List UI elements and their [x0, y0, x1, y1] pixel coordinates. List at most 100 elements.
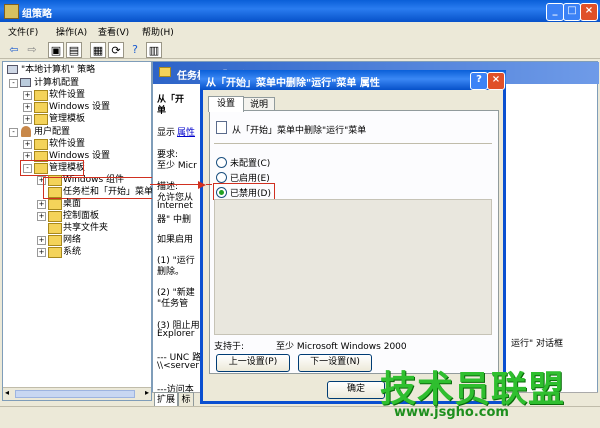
description-line: 删除。	[157, 267, 185, 277]
forward-icon[interactable]: ⇨	[24, 41, 40, 57]
tree-label: 管理模板	[49, 114, 86, 124]
menu-file[interactable]: 文件(F)	[8, 25, 38, 38]
setting-title-cont: 单	[157, 106, 167, 116]
description-line: 器" 中删	[157, 215, 192, 225]
help-icon[interactable]: ?	[127, 41, 143, 57]
menu-help[interactable]: 帮助(H)	[142, 25, 174, 38]
folder-icon	[34, 90, 48, 101]
window-title: 组策略	[22, 9, 52, 20]
tree-label: 软件设置	[49, 90, 86, 100]
tree-desktop[interactable]: + 桌面	[37, 198, 81, 210]
radio-not-configured[interactable]	[216, 157, 227, 168]
minimize-button[interactable]: _	[546, 3, 564, 21]
tab-settings[interactable]: 设置	[208, 96, 244, 112]
folder-icon	[48, 235, 62, 246]
tree-windows-settings[interactable]: + Windows 设置	[23, 101, 110, 113]
expand-icon[interactable]: +	[37, 236, 46, 245]
description-line: "任务管	[157, 299, 189, 309]
scroll-thumb[interactable]	[15, 390, 135, 398]
toolbar: ⇦ ⇨ ▣ ▤ ▦ ⟳ ? ▥	[0, 39, 600, 59]
tree-shared-folders[interactable]: 共享文件夹	[37, 222, 108, 234]
description-line: 运行" 对话框	[511, 339, 564, 349]
help-button[interactable]: ?	[470, 72, 488, 90]
menu-view[interactable]: 查看(V)	[98, 25, 129, 38]
collapse-icon[interactable]: -	[9, 128, 18, 137]
close-button[interactable]: ×	[580, 3, 598, 21]
arrow-icon	[198, 181, 206, 189]
properties-link[interactable]: 属性	[177, 125, 195, 138]
supported-value: 至少 Microsoft Windows 2000	[276, 342, 407, 352]
menu-action[interactable]: 操作(A)	[56, 25, 87, 38]
tree-computer-config[interactable]: - 计算机配置	[9, 77, 79, 89]
disabled-area	[214, 199, 492, 335]
back-icon[interactable]: ⇦	[6, 41, 22, 57]
folder-icon	[48, 223, 62, 234]
collapse-icon[interactable]: -	[9, 79, 18, 88]
expand-icon[interactable]: +	[23, 115, 32, 124]
properties-dialog: 从「开始」菜单中删除"运行"菜单 属性 ? × 设置 说明 从「开始」菜单中删除…	[200, 70, 506, 404]
show-tree-icon[interactable]: ▤	[66, 42, 82, 58]
user-icon	[21, 126, 31, 137]
tree-label: 用户配置	[34, 127, 71, 137]
tree-root[interactable]: "本地计算机" 策略	[7, 64, 95, 76]
computer-icon	[7, 65, 18, 74]
expand-icon[interactable]: +	[23, 91, 32, 100]
tree-system[interactable]: + 系统	[37, 246, 81, 258]
folder-icon	[48, 199, 62, 210]
dialog-close-button[interactable]: ×	[487, 72, 505, 90]
settings-panel: 从「开始」菜单中删除"运行"菜单 未配置(C) 已启用(E) 已禁用(D) 支持…	[209, 110, 499, 374]
tree-software-settings[interactable]: + 软件设置	[23, 89, 85, 101]
gpedit-icon	[4, 4, 19, 19]
tree-network[interactable]: + 网络	[37, 234, 81, 246]
annotation-line	[150, 184, 198, 185]
tree-label: 软件设置	[49, 139, 86, 149]
folder-icon	[159, 67, 171, 77]
policy-icon	[216, 121, 227, 134]
tab-explain[interactable]: 说明	[243, 97, 275, 111]
up-folder-icon[interactable]: ▣	[48, 42, 64, 58]
tree-label: 控制面板	[63, 211, 100, 221]
refresh-icon[interactable]: ⟳	[108, 42, 124, 58]
window-titlebar: 组策略 _ □ ×	[0, 0, 600, 22]
policy-name: 从「开始」菜单中删除"运行"菜单	[232, 126, 367, 136]
description-line: Explorer	[157, 329, 195, 339]
menu-bar: 文件(F) 操作(A) 查看(V) 帮助(H)	[0, 22, 600, 39]
description-line: 如果启用	[157, 235, 194, 245]
folder-icon	[48, 247, 62, 258]
description-line: Internet	[157, 201, 193, 211]
tree-label: 桌面	[63, 199, 82, 209]
tree-hscrollbar[interactable]: ◂ ▸	[3, 387, 151, 400]
watermark-url: www.jsgho.com	[394, 405, 509, 420]
display-label: 显示	[157, 128, 176, 138]
properties-icon[interactable]: ▦	[90, 42, 106, 58]
tree-label: Windows 设置	[49, 102, 111, 112]
tree-user-software-settings[interactable]: + 软件设置	[23, 138, 85, 150]
tree-label: 共享文件夹	[63, 223, 109, 233]
expand-icon[interactable]: +	[23, 103, 32, 112]
next-setting-button[interactable]: 下一设置(N)	[298, 354, 372, 372]
tree-admin-templates[interactable]: + 管理模板	[23, 113, 85, 125]
scroll-left-icon[interactable]: ◂	[5, 388, 9, 397]
folder-icon	[34, 102, 48, 113]
highlight-box	[43, 177, 155, 199]
expand-icon[interactable]: +	[23, 140, 32, 149]
tree-user-config[interactable]: - 用户配置	[9, 126, 70, 138]
computer-icon	[20, 78, 31, 87]
expand-icon[interactable]: +	[37, 212, 46, 221]
tree-label: 计算机配置	[34, 78, 80, 88]
requirements-value: 至少 Micr	[157, 161, 197, 171]
radio-enabled[interactable]	[216, 172, 227, 183]
tree-control-panel[interactable]: + 控制面板	[37, 210, 99, 222]
highlight-box	[213, 183, 275, 200]
expand-icon[interactable]: +	[37, 248, 46, 257]
annotation-line	[206, 184, 212, 185]
folder-icon	[34, 139, 48, 150]
expand-icon[interactable]: +	[37, 200, 46, 209]
ok-button[interactable]: 确定	[327, 381, 385, 399]
scroll-right-icon[interactable]: ▸	[145, 388, 149, 397]
tree-label: 网络	[63, 235, 82, 245]
export-icon[interactable]: ▥	[146, 42, 162, 58]
maximize-button[interactable]: □	[563, 3, 581, 21]
prev-setting-button[interactable]: 上一设置(P)	[216, 354, 290, 372]
tree-root-label: "本地计算机" 策略	[21, 65, 96, 75]
